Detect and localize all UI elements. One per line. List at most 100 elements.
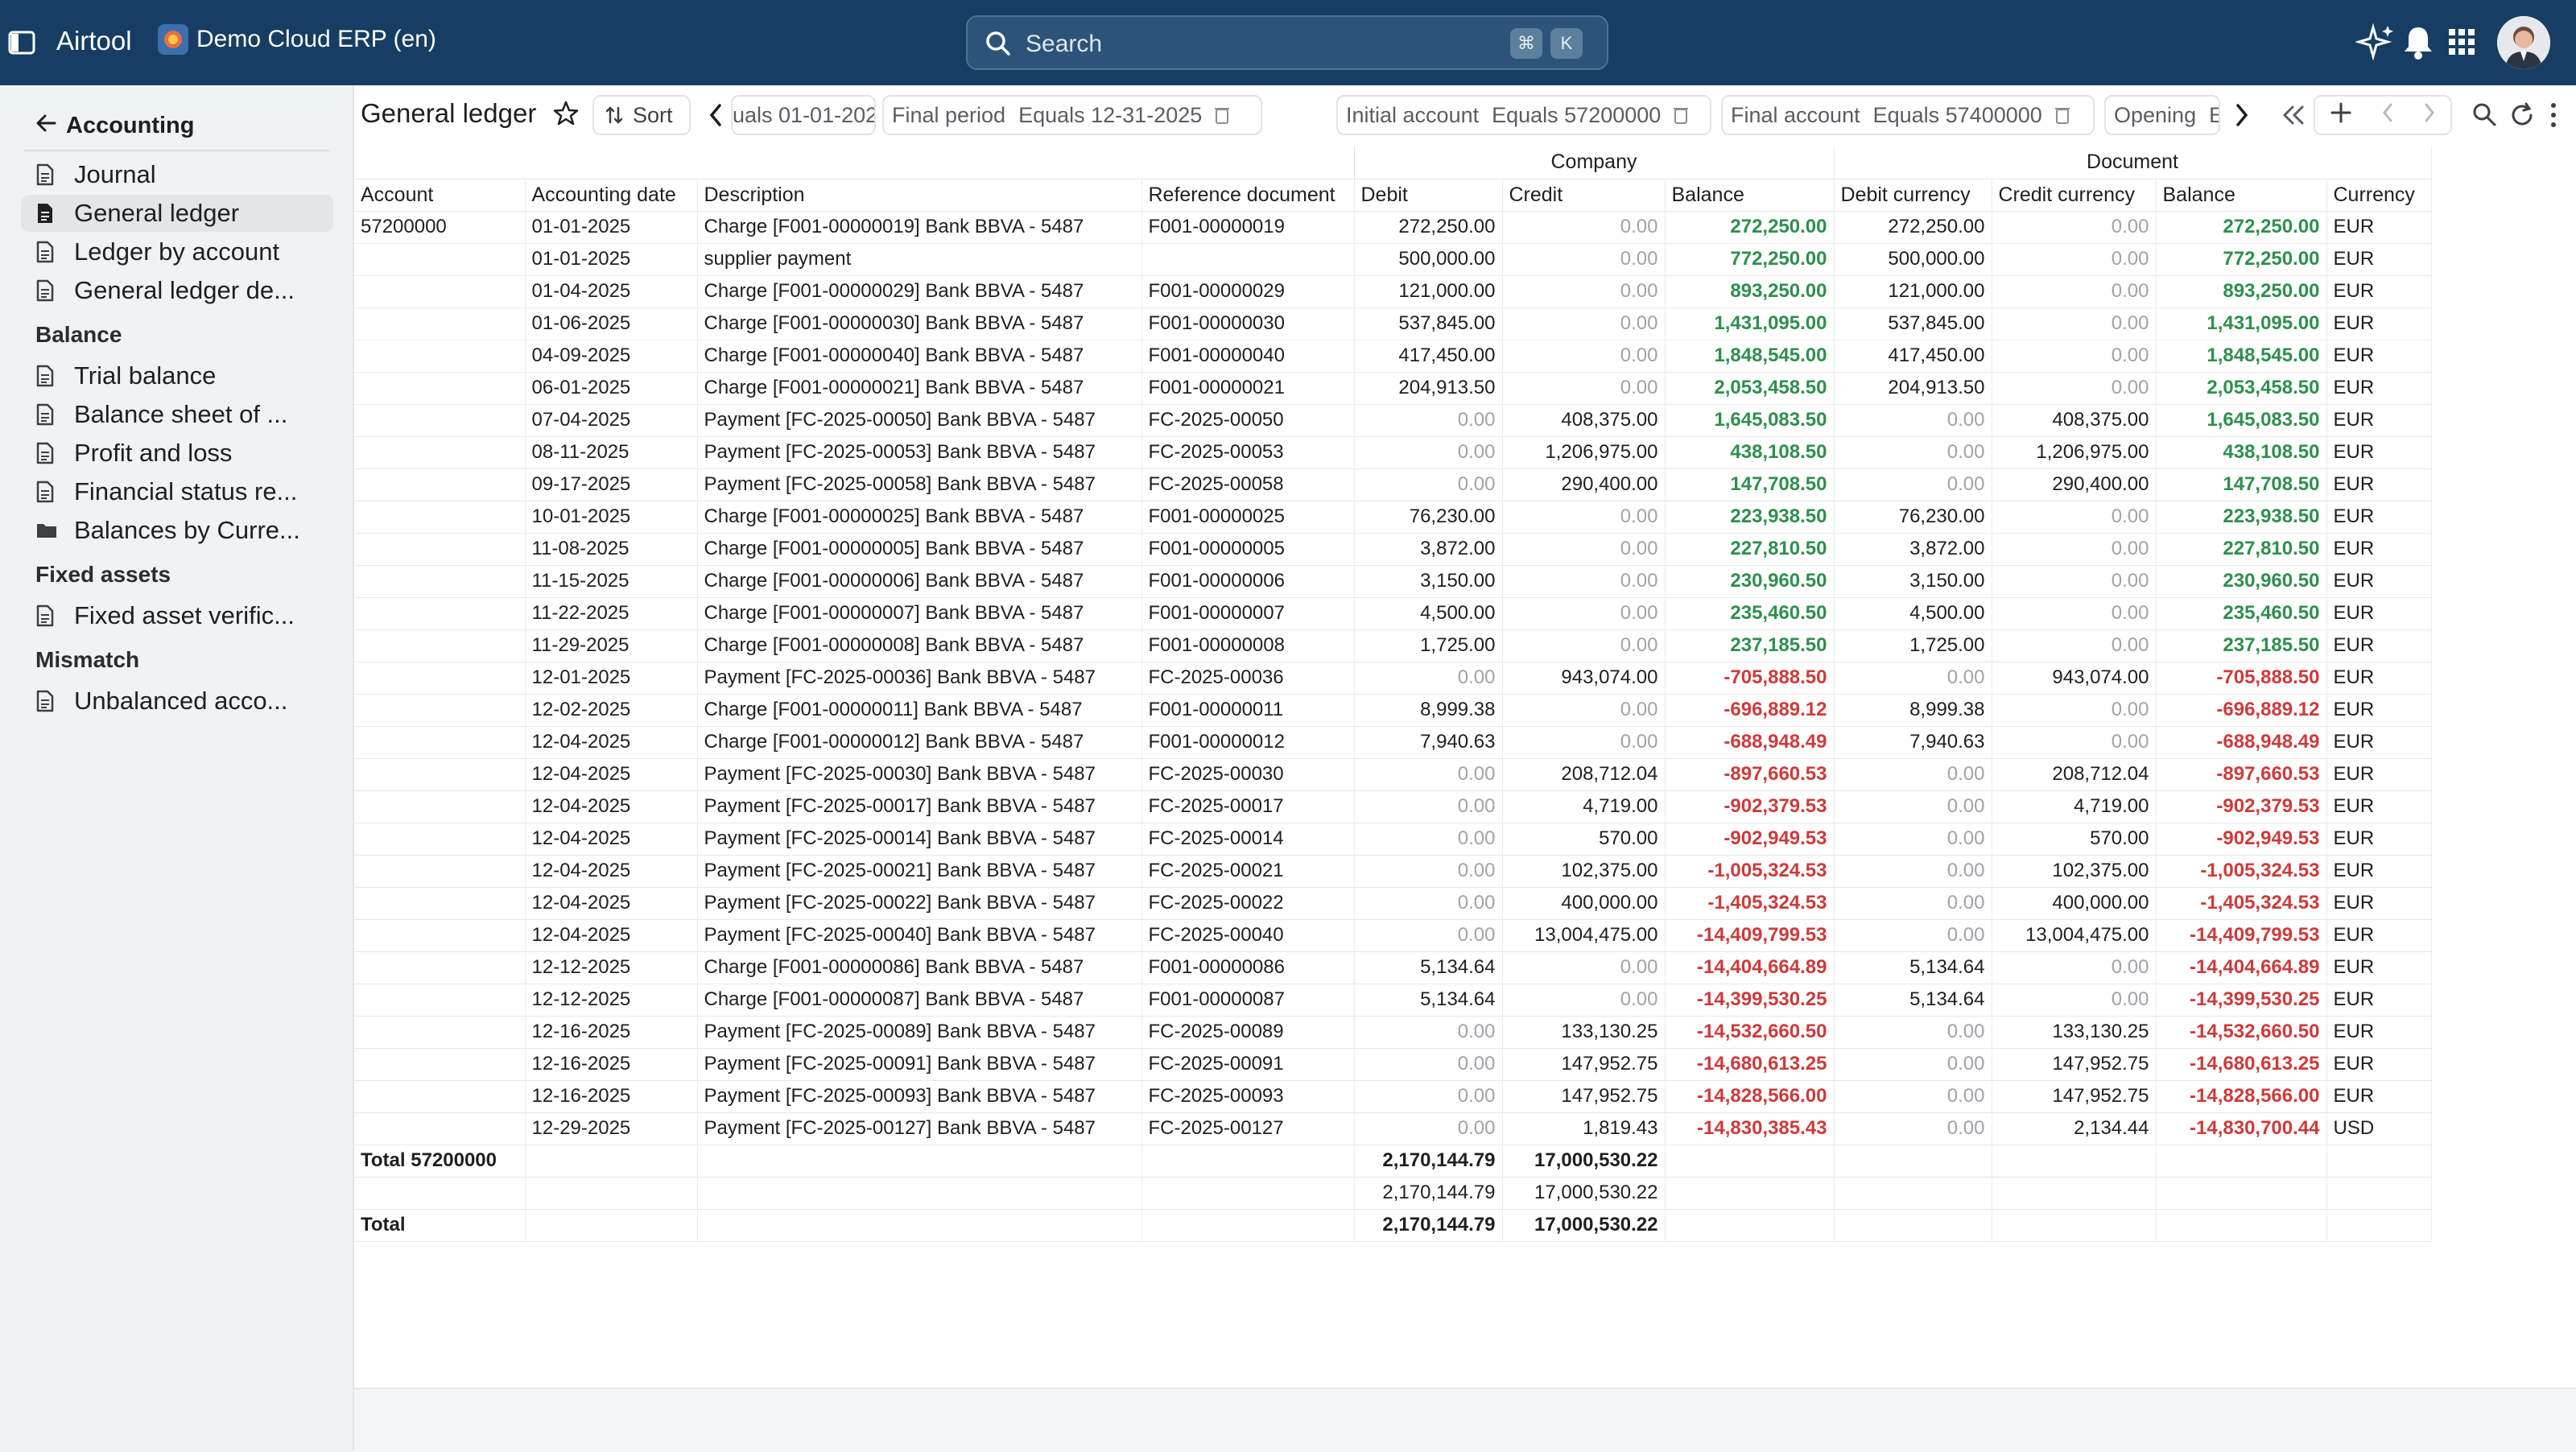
column-header-balance[interactable]: Balance <box>2156 179 2327 212</box>
sidebar-item-ledger-by-account[interactable]: Ledger by account <box>21 233 333 270</box>
cell-reference-document: FC-2025-00053 <box>1141 436 1355 469</box>
apps-grid-icon[interactable] <box>2447 27 2476 60</box>
column-header-account[interactable]: Account <box>354 179 526 212</box>
column-header-debit-currency[interactable]: Debit currency <box>1834 179 1992 212</box>
remove-filter-trash-icon[interactable] <box>2054 105 2071 126</box>
column-header-reference-document[interactable]: Reference document <box>1141 179 1355 212</box>
filter-chip-opening[interactable]: Opening Ec <box>2104 95 2220 135</box>
sidebar-item-financial-status-re[interactable]: Financial status re... <box>21 473 333 510</box>
collapse-double-chevron-icon[interactable] <box>2281 103 2306 131</box>
filter-chip-initial-period[interactable]: uals 01-01-2025 <box>731 95 876 135</box>
column-header-accounting-date[interactable]: Accounting date <box>525 179 698 212</box>
cell-credit-currency: 0.00 <box>1992 533 2157 566</box>
sidebar-item-journal[interactable]: Journal <box>21 156 333 193</box>
sidebar-item-general-ledger[interactable]: General ledger <box>21 195 333 232</box>
remove-filter-trash-icon[interactable] <box>1672 105 1690 126</box>
refresh-icon[interactable] <box>2508 101 2536 133</box>
table-row[interactable]: 12-12-2025 Charge [F001-00000087] Bank BB… <box>354 984 2432 1017</box>
table-row[interactable]: 12-16-2025 Payment [FC-2025-00093] Bank B… <box>354 1080 2432 1113</box>
company-selector[interactable]: Demo Cloud ERP (en) <box>158 24 436 55</box>
zoom-search-icon[interactable] <box>2471 101 2497 131</box>
sidebar-item-fixed-asset-verific[interactable]: Fixed asset verific... <box>21 597 333 634</box>
table-row[interactable]: 01-04-2025 Charge [F001-00000029] Bank BB… <box>354 275 2432 308</box>
table-row[interactable]: 12-16-2025 Payment [FC-2025-00091] Bank B… <box>354 1048 2432 1081</box>
favorite-star-icon[interactable] <box>552 100 580 131</box>
column-header-debit[interactable]: Debit <box>1354 179 1503 212</box>
table-row[interactable]: 12-01-2025 Payment [FC-2025-00036] Bank B… <box>354 662 2432 695</box>
table-row[interactable]: 12-04-2025 Payment [FC-2025-00017] Bank B… <box>354 790 2432 823</box>
table-row[interactable]: 11-22-2025 Charge [F001-00000007] Bank BB… <box>354 597 2432 630</box>
table-row[interactable]: 57200000 01-01-2025 Charge [F001-00000019]… <box>354 211 2432 244</box>
sidebar-item-balance-sheet-of[interactable]: Balance sheet of ... <box>21 396 333 433</box>
table-row[interactable]: 09-17-2025 Payment [FC-2025-00058] Bank B… <box>354 468 2432 501</box>
brand-name[interactable]: Airtool <box>56 26 132 56</box>
table-row[interactable]: 12-29-2025 Payment [FC-2025-00127] Bank B… <box>354 1112 2432 1145</box>
filters-scroll-right-icon[interactable] <box>2235 103 2249 131</box>
sort-button[interactable]: Sort <box>592 95 691 135</box>
sidebar-item-trial-balance[interactable]: Trial balance <box>21 357 333 394</box>
table-row[interactable]: 11-08-2025 Charge [F001-00000005] Bank BB… <box>354 533 2432 566</box>
sidebar-item-unbalanced-acco[interactable]: Unbalanced acco... <box>21 683 333 720</box>
table-row[interactable]: 11-29-2025 Charge [F001-00000008] Bank BB… <box>354 629 2432 662</box>
more-options-icon[interactable] <box>2549 101 2558 133</box>
cell-description: Charge [F001-00000011] Bank BBVA - 5487 <box>697 694 1142 727</box>
ai-sparkle-icon[interactable] <box>2354 23 2396 67</box>
table-row[interactable]: 01-01-2025 supplier payment 500,000.00 0.00… <box>354 243 2432 276</box>
search-box[interactable]: Search ⌘ K <box>966 15 1608 70</box>
column-header-credit[interactable]: Credit <box>1502 179 1666 212</box>
table-row[interactable]: 06-01-2025 Charge [F001-00000021] Bank BB… <box>354 372 2432 405</box>
previous-record-icon[interactable] <box>2381 102 2394 129</box>
table-row[interactable]: 12-16-2025 Payment [FC-2025-00089] Bank B… <box>354 1016 2432 1049</box>
cell-currency: EUR <box>2326 211 2432 244</box>
add-plus-icon[interactable] <box>2330 101 2352 130</box>
document-icon <box>35 279 60 302</box>
table-row[interactable]: 10-01-2025 Charge [F001-00000025] Bank BB… <box>354 501 2432 534</box>
column-header-balance[interactable]: Balance <box>1665 179 1835 212</box>
cell-credit-currency: 290,400.00 <box>1992 468 2157 501</box>
cell-description: Charge [F001-00000087] Bank BBVA - 5487 <box>697 984 1142 1017</box>
next-record-icon[interactable] <box>2423 102 2436 129</box>
table-row[interactable]: 08-11-2025 Payment [FC-2025-00053] Bank B… <box>354 436 2432 469</box>
filters-scroll-left-icon[interactable] <box>708 103 723 131</box>
table-row[interactable]: 12-02-2025 Charge [F001-00000011] Bank BB… <box>354 694 2432 727</box>
table-row[interactable]: 12-04-2025 Payment [FC-2025-00014] Bank B… <box>354 823 2432 856</box>
table-row[interactable]: 12-04-2025 Charge [F001-00000012] Bank BB… <box>354 726 2432 759</box>
sidebar-item-profit-and-loss[interactable]: Profit and loss <box>21 435 333 472</box>
filter-chip-final-account[interactable]: Final account Equals 57400000 <box>1721 95 2095 135</box>
notifications-bell-icon[interactable] <box>2402 23 2434 65</box>
column-header-currency[interactable]: Currency <box>2326 179 2432 212</box>
sidebar-item-label: Ledger by account <box>74 237 280 266</box>
table-row[interactable]: 12-04-2025 Payment [FC-2025-00021] Bank B… <box>354 855 2432 888</box>
table-row[interactable]: 01-06-2025 Charge [F001-00000030] Bank BB… <box>354 307 2432 340</box>
filter-name: Final period <box>892 102 1006 127</box>
empty-cell <box>1992 1209 2157 1242</box>
cell-accounting-date: 09-17-2025 <box>525 468 698 501</box>
sidebar-item-general-ledger-de[interactable]: General ledger de... <box>21 272 333 309</box>
sidebar-toggle-icon[interactable] <box>8 30 37 56</box>
filter-chip-final-period[interactable]: Final period Equals 12-31-2025 <box>882 95 1262 135</box>
empty-cell <box>1992 1177 2157 1210</box>
filter-chip-initial-account[interactable]: Initial account Equals 57200000 <box>1336 95 1711 135</box>
cell-debit: 0.00 <box>1354 790 1503 823</box>
sidebar-item-balances-by-curre[interactable]: Balances by Curre... <box>21 512 333 549</box>
total-label: Total <box>354 1209 526 1242</box>
column-header-credit-currency[interactable]: Credit currency <box>1992 179 2157 212</box>
group-header-document: Document <box>1834 146 2432 179</box>
table-row[interactable]: 04-09-2025 Charge [F001-00000040] Bank BB… <box>354 340 2432 373</box>
cell-reference-document: F001-00000021 <box>1141 372 1355 405</box>
table-row[interactable]: 11-15-2025 Charge [F001-00000006] Bank BB… <box>354 565 2432 598</box>
table-row[interactable]: 07-04-2025 Payment [FC-2025-00050] Bank B… <box>354 404 2432 437</box>
sidebar-section-balance: Balance <box>35 322 122 347</box>
remove-filter-trash-icon[interactable] <box>1213 105 1231 126</box>
cell-credit-currency: 0.00 <box>1992 307 2157 340</box>
table-row[interactable]: 12-04-2025 Payment [FC-2025-00022] Bank B… <box>354 887 2432 920</box>
cell-account <box>354 1080 526 1113</box>
back-to-accounting[interactable]: Accounting <box>35 113 195 139</box>
user-avatar[interactable] <box>2497 16 2550 69</box>
table-row[interactable]: 12-04-2025 Payment [FC-2025-00040] Bank B… <box>354 919 2432 952</box>
table-row[interactable]: 12-04-2025 Payment [FC-2025-00030] Bank B… <box>354 758 2432 791</box>
cell-reference-document: FC-2025-00091 <box>1141 1048 1355 1081</box>
table-row[interactable]: 12-12-2025 Charge [F001-00000086] Bank BB… <box>354 951 2432 984</box>
column-header-description[interactable]: Description <box>697 179 1142 212</box>
cell-accounting-date: 11-15-2025 <box>525 565 698 598</box>
